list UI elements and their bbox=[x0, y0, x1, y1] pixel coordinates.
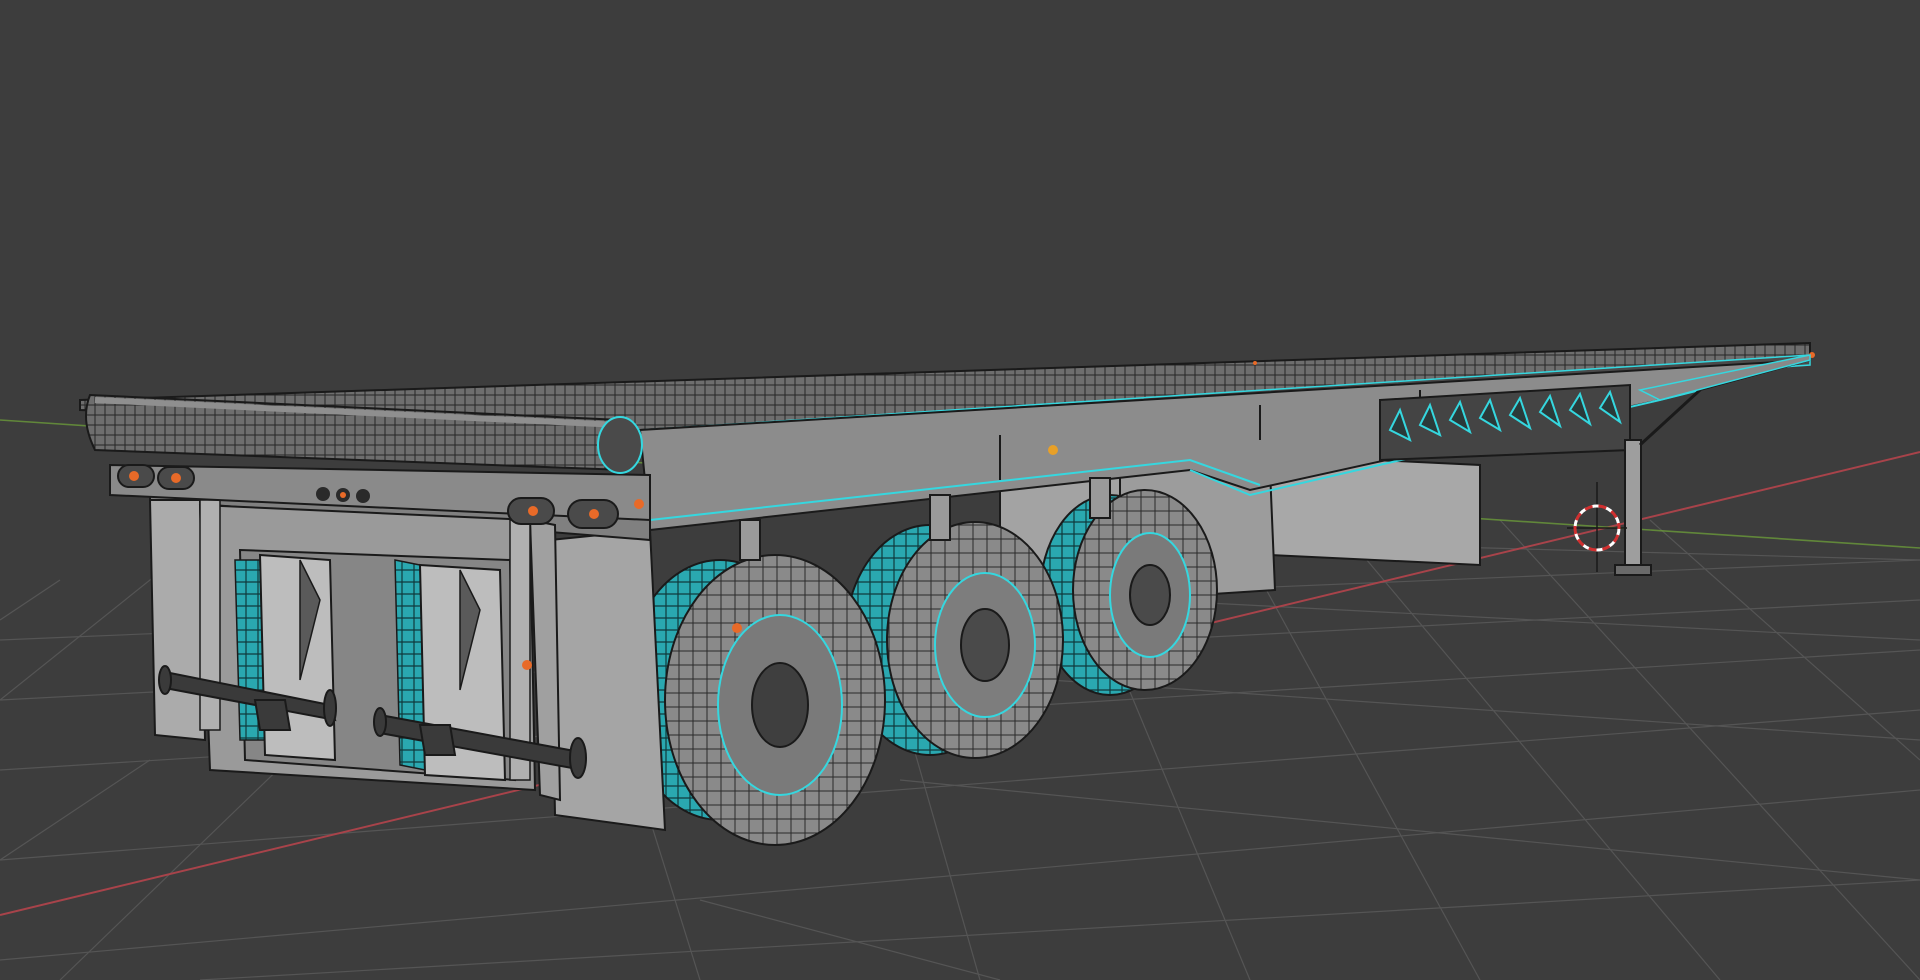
viewport-canvas[interactable] bbox=[0, 0, 1920, 980]
trailer-model[interactable] bbox=[79, 341, 1815, 846]
vertex-marker bbox=[1048, 445, 1058, 455]
vertex-marker bbox=[1253, 361, 1257, 365]
3d-cursor-icon[interactable] bbox=[1567, 482, 1627, 572]
3d-viewport[interactable] bbox=[0, 0, 1920, 980]
vertex-marker bbox=[522, 660, 532, 670]
wheel-axle-3 bbox=[1039, 489, 1218, 696]
rear-mudflap-right bbox=[548, 528, 667, 832]
